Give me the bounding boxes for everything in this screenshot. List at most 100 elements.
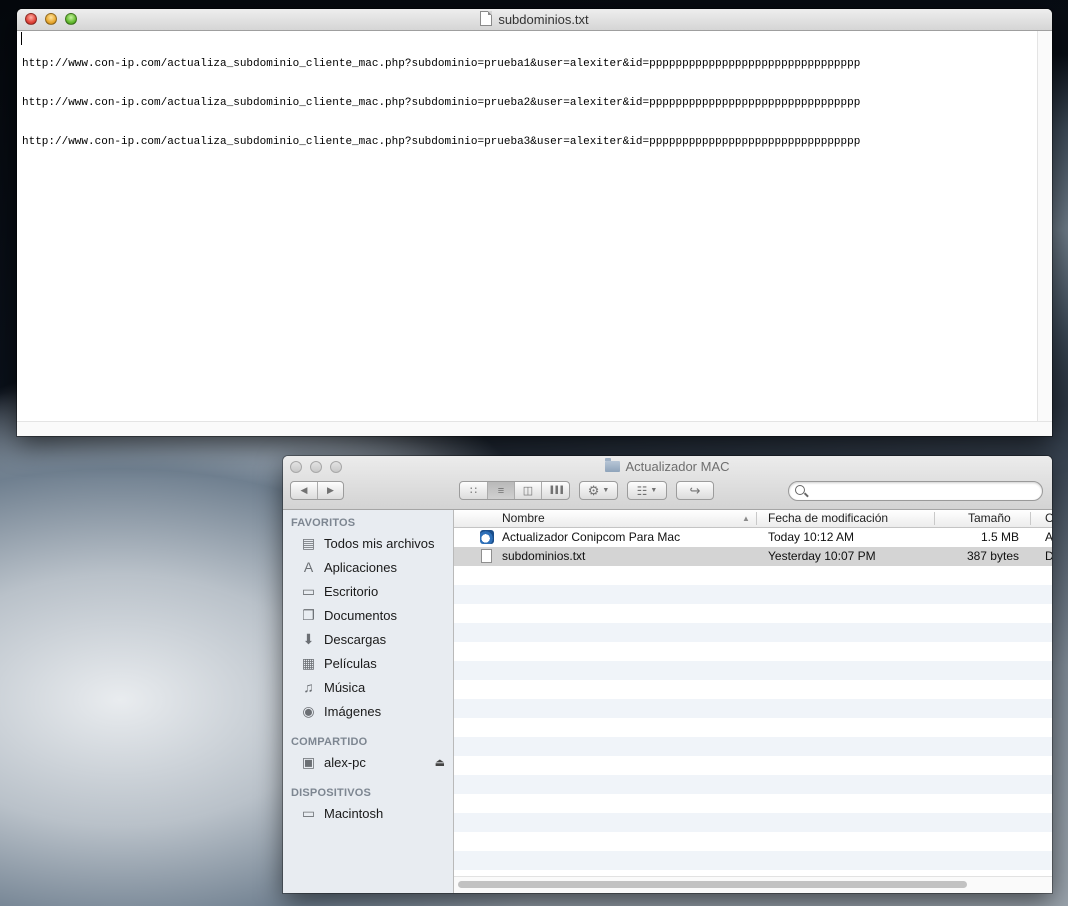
sidebar-item-label: Imágenes: [324, 704, 382, 719]
search-field[interactable]: [788, 481, 1043, 501]
file-name: subdominios.txt: [502, 549, 586, 563]
eject-icon[interactable]: ⏏: [435, 752, 445, 774]
gear-icon: ⚙: [587, 482, 600, 498]
all-files-icon: ▤: [301, 535, 316, 551]
sidebar-item-todos-mis-archivos[interactable]: ▤ Todos mis archivos: [283, 533, 453, 555]
sidebar: FAVORITOS ▤ Todos mis archivos A Aplicac…: [283, 510, 454, 893]
applications-icon: A: [303, 559, 314, 575]
sidebar-item-label: Todos mis archivos: [324, 536, 435, 551]
sidebar-section-favoritos: FAVORITOS: [291, 517, 356, 529]
column-header-name[interactable]: Nombre: [502, 510, 545, 527]
share-button[interactable]: ↪: [676, 481, 714, 500]
desktop-icon: ▭: [301, 583, 316, 599]
file-name: Actualizador Conipcom Para Mac: [502, 530, 681, 544]
file-list: Nombre ▲ Fecha de modificación Tamaño C …: [454, 510, 1052, 893]
sidebar-item-label: alex-pc: [324, 755, 366, 770]
hard-disk-icon: ▭: [301, 805, 316, 821]
finder-title: Actualizador MAC: [283, 458, 1052, 474]
music-icon: ♫: [303, 679, 314, 695]
documents-icon: ❐: [302, 607, 315, 623]
file-size: 387 bytes: [966, 549, 1019, 563]
sidebar-item-label: Escritorio: [324, 584, 379, 599]
column-header-kind[interactable]: C: [1045, 510, 1052, 527]
vertical-scrollbar[interactable]: [1037, 31, 1052, 422]
scrollbar-thumb[interactable]: [458, 881, 967, 888]
list-view-button[interactable]: ≡: [487, 482, 515, 499]
textedit-window: subdominios.txt http://www.con-ip.com/ac…: [17, 9, 1052, 436]
forward-icon: ▶: [327, 485, 334, 495]
share-icon: ↪: [689, 482, 701, 498]
text-cursor: [21, 32, 22, 45]
downloads-icon: ⬇: [302, 631, 315, 647]
zoom-button[interactable]: [65, 13, 77, 25]
window-title: Actualizador MAC: [625, 459, 730, 474]
sidebar-item-documentos[interactable]: ❐ Documentos: [283, 605, 453, 627]
sidebar-item-label: Aplicaciones: [324, 560, 397, 575]
list-header: Nombre ▲ Fecha de modificación Tamaño C: [454, 510, 1052, 528]
action-menu-button[interactable]: ⚙ ▼: [579, 481, 618, 500]
icon-view-icon: ∷: [469, 485, 477, 497]
sidebar-item-musica[interactable]: ♫ Música: [283, 677, 453, 699]
cover-flow-icon: ▐▐▐: [548, 487, 563, 494]
folder-icon: [605, 458, 621, 472]
textedit-titlebar[interactable]: subdominios.txt: [17, 9, 1052, 31]
sidebar-item-aplicaciones[interactable]: A Aplicaciones: [283, 557, 453, 579]
column-header-size[interactable]: Tamaño: [968, 510, 1011, 527]
view-mode-control: ∷ ≡ ◫ ▐▐▐: [459, 481, 570, 500]
arrange-icon: ☷: [636, 483, 648, 498]
sidebar-item-label: Documentos: [324, 608, 397, 623]
sidebar-section-compartido: COMPARTIDO: [291, 736, 368, 748]
list-view-icon: ≡: [497, 484, 505, 497]
icon-view-button[interactable]: ∷: [460, 482, 488, 499]
sidebar-item-label: Descargas: [324, 632, 387, 647]
sidebar-item-label: Música: [324, 680, 366, 695]
search-icon: [795, 485, 805, 495]
file-date: Today 10:12 AM: [768, 530, 855, 544]
app-icon: [480, 530, 494, 544]
close-button[interactable]: [25, 13, 37, 25]
search-input[interactable]: [811, 484, 1035, 500]
sidebar-section-dispositivos: DISPOSITIVOS: [291, 787, 372, 799]
finder-toolbar: Actualizador MAC ◀ ▶ ∷ ≡ ◫ ▐▐▐ ⚙ ▼ ☷ ▼ ↪: [283, 456, 1052, 510]
text-line: http://www.con-ip.com/actualiza_subdomin…: [22, 58, 861, 70]
column-header-date[interactable]: Fecha de modificación: [768, 510, 888, 527]
text-file-icon: [481, 549, 492, 563]
horizontal-scrollbar[interactable]: [454, 876, 1052, 893]
sidebar-item-macintosh[interactable]: ▭ Macintosh: [283, 803, 453, 825]
finder-window: Actualizador MAC ◀ ▶ ∷ ≡ ◫ ▐▐▐ ⚙ ▼ ☷ ▼ ↪ F…: [283, 456, 1052, 893]
table-row[interactable]: subdominios.txt Yesterday 10:07 PM 387 b…: [454, 547, 1052, 566]
arrange-menu-button[interactable]: ☷ ▼: [627, 481, 667, 500]
sidebar-item-alex-pc[interactable]: ▣ alex-pc ⏏: [283, 752, 453, 774]
sidebar-item-imagenes[interactable]: ◉ Imágenes: [283, 701, 453, 723]
file-date: Yesterday 10:07 PM: [768, 549, 876, 563]
document-icon: [480, 11, 493, 26]
movies-icon: ▦: [301, 655, 316, 671]
forward-button[interactable]: ▶: [318, 482, 343, 499]
file-size: 1.5 MB: [980, 530, 1019, 544]
table-row[interactable]: Actualizador Conipcom Para Mac Today 10:…: [454, 528, 1052, 547]
horizontal-scrollbar[interactable]: [17, 421, 1052, 436]
text-line: http://www.con-ip.com/actualiza_subdomin…: [22, 97, 861, 109]
pictures-icon: ◉: [302, 703, 315, 719]
cover-flow-button[interactable]: ▐▐▐: [542, 482, 569, 499]
computer-icon: ▣: [301, 754, 316, 770]
chevron-down-icon: ▼: [650, 487, 658, 494]
text-line: http://www.con-ip.com/actualiza_subdomin…: [22, 136, 861, 148]
sidebar-item-label: Macintosh: [324, 806, 384, 821]
file-kind: A: [1045, 530, 1052, 544]
back-button[interactable]: ◀: [291, 482, 318, 499]
text-editor-area[interactable]: http://www.con-ip.com/actualiza_subdomin…: [17, 31, 1038, 422]
window-title: subdominios.txt: [498, 12, 589, 27]
minimize-button[interactable]: [45, 13, 57, 25]
chevron-down-icon: ▼: [602, 487, 610, 494]
file-kind: D: [1045, 549, 1052, 563]
sort-ascending-icon: ▲: [742, 514, 750, 523]
back-forward-buttons: ◀ ▶: [290, 481, 344, 500]
column-view-icon: ◫: [522, 485, 534, 497]
sidebar-item-peliculas[interactable]: ▦ Películas: [283, 653, 453, 675]
file-rows: Actualizador Conipcom Para Mac Today 10:…: [454, 528, 1052, 877]
column-view-button[interactable]: ◫: [515, 482, 543, 499]
sidebar-item-descargas[interactable]: ⬇ Descargas: [283, 629, 453, 651]
sidebar-item-escritorio[interactable]: ▭ Escritorio: [283, 581, 453, 603]
back-icon: ◀: [300, 485, 308, 495]
